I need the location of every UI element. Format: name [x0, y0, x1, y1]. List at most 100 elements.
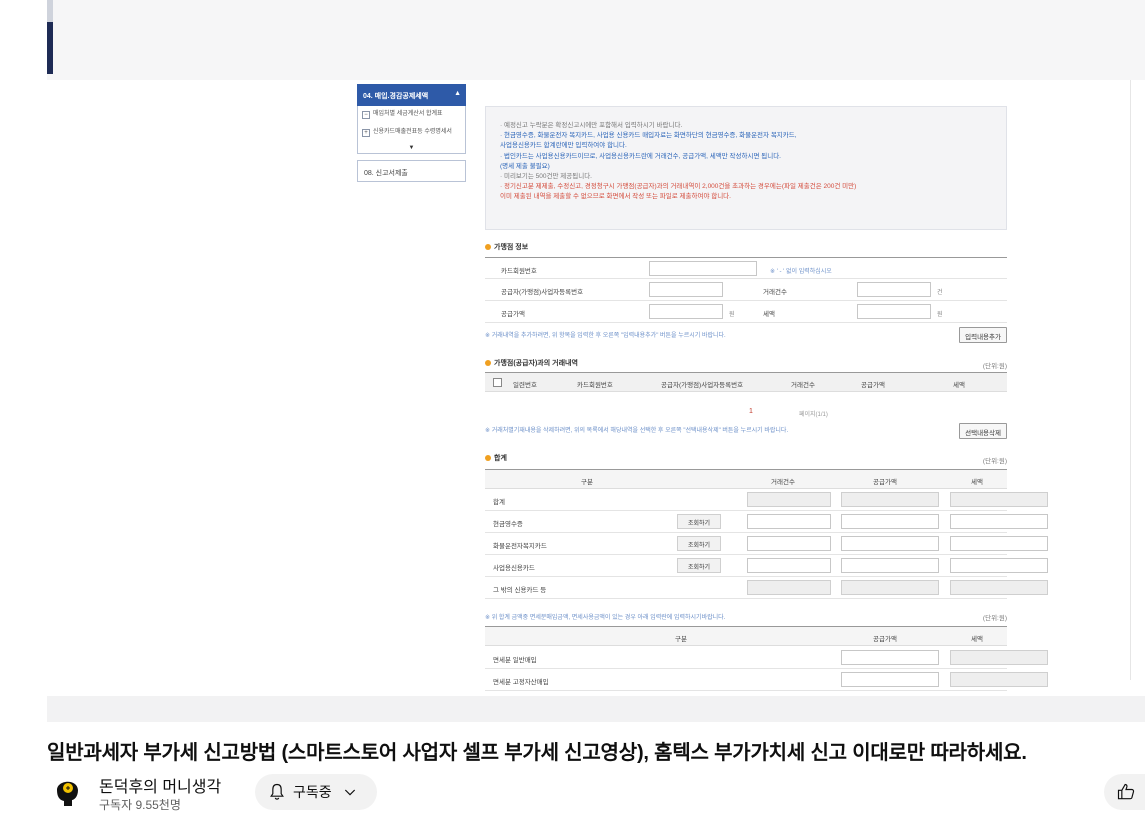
supply-input[interactable] [649, 304, 723, 319]
menu-item-submit[interactable]: 08. 신고서제출 [357, 160, 466, 183]
col-serial: 일련번호 [513, 382, 537, 389]
avatar[interactable] [47, 772, 87, 812]
tax-label: 세액 [763, 311, 775, 318]
trades-unit: (단위:원) [982, 363, 1007, 370]
plus-box-icon: + [362, 128, 370, 137]
bell-icon [270, 783, 284, 800]
menu-header[interactable]: 04. 매입.경감공제세액 ▲ [357, 84, 466, 106]
exempt-tax-input[interactable] [950, 672, 1048, 687]
summary-tax-input[interactable] [950, 536, 1048, 551]
card-no-label: 카드회원번호 [501, 268, 537, 275]
notice-line: · 정기신고분 제제출, 수정신고, 경정청구시 가맹점(공급자)과의 거래내역… [500, 183, 857, 191]
summary-table-header: 구분 거래건수 공급가액 세액 [485, 469, 1007, 489]
bullet-icon [485, 455, 491, 461]
card-no-input[interactable] [649, 261, 757, 276]
supply-label: 공급가액 [501, 311, 525, 318]
channel-row: 돈덕후의 머니생각 구독자 9.55천명 구독중 [47, 770, 1145, 814]
summary-supply-input[interactable] [841, 558, 939, 573]
tax-input[interactable] [857, 304, 931, 319]
biz-no-input[interactable] [649, 282, 723, 297]
summary-supply-input[interactable] [841, 492, 939, 507]
menu-header-label: 04. 매입.경감공제세액 [363, 93, 429, 100]
col-tax: 세액 [971, 636, 983, 643]
menu-item-purchase-invoice[interactable]: − 매입처별 세금계산서 합계표 [362, 110, 461, 120]
count-input[interactable] [857, 282, 931, 297]
col-supply: 공급가액 [873, 479, 897, 486]
page-info: 페이지(1/1) [799, 412, 828, 418]
notice-line: 사업용신용카드 합계란에만 입력하여야 합니다. [500, 142, 627, 150]
col-tax: 세액 [971, 479, 983, 486]
notice-line: (명세 제출 불필요) [500, 162, 550, 170]
page-number[interactable]: 1 [749, 408, 753, 415]
summary-section-title: 합계 [485, 453, 507, 463]
subscribed-button[interactable]: 구독중 [255, 774, 377, 810]
thumbs-up-icon [1117, 783, 1135, 800]
exempt-row: 면세분 고정자산매입 [485, 669, 1048, 691]
col-supply: 공급가액 [861, 382, 885, 389]
summary-row: 화물운전자복지카드 조회하기 [485, 533, 1048, 555]
supply-suffix: 원 [729, 312, 735, 318]
summary-count-input[interactable] [747, 536, 831, 551]
col-tax: 세액 [953, 382, 965, 389]
notice-line: · 미리보기는 500건만 제공됩니다. [500, 173, 592, 181]
notice-line: · 예정신고 누락분은 확정신고시에만 포함해서 입력하시기 바랍니다. [500, 122, 683, 129]
summary-tax-input[interactable] [950, 514, 1048, 529]
summary-row-label: 현금영수증 [493, 521, 523, 528]
summary-supply-input[interactable] [841, 536, 939, 551]
biz-no-label: 공급자(가맹점)사업자등록번호 [501, 289, 584, 296]
exempt-unit: (단위:원) [982, 615, 1007, 622]
merchant-section-title: 가맹점 정보 [485, 242, 528, 252]
minus-box-icon: − [362, 111, 370, 119]
col-category: 구분 [581, 479, 593, 486]
video-player[interactable]: 04. 매입.경감공제세액 ▲ − 매입처별 세금계산서 합계표 + 신용카드매… [47, 0, 1145, 722]
summary-tax-input[interactable] [950, 580, 1048, 595]
exempt-table-header: 구분 공급가액 세액 [485, 626, 1007, 646]
summary-count-input[interactable] [747, 514, 831, 529]
count-suffix: 건 [937, 290, 943, 296]
select-all-checkbox[interactable] [493, 378, 502, 387]
collapse-icon[interactable]: ▲ [454, 90, 461, 97]
tax-suffix: 원 [937, 312, 943, 318]
summary-unit: (단위:원) [982, 458, 1007, 465]
summary-row-label: 사업용신용카드 [493, 565, 535, 572]
lookup-button[interactable]: 조회하기 [677, 558, 721, 573]
window-edge-light [47, 0, 53, 22]
summary-count-input[interactable] [747, 492, 831, 507]
summary-tax-input[interactable] [950, 492, 1048, 507]
exempt-hint: ※ 위 합계 금액중 면세분매입금액, 면세사용금액이 있는 경우 아래 입력란… [485, 615, 726, 621]
avatar-icon [47, 772, 87, 812]
exempt-supply-input[interactable] [841, 650, 939, 665]
count-label: 거래건수 [763, 289, 787, 296]
lookup-button[interactable]: 조회하기 [677, 536, 721, 551]
col-count: 거래건수 [791, 382, 815, 389]
col-biz-no: 공급자(가맹점)사업자등록번호 [661, 382, 744, 389]
delete-selected-button[interactable]: 선택내용삭제 [959, 423, 1007, 439]
summary-supply-input[interactable] [841, 514, 939, 529]
summary-row: 그 밖의 신용카드 등 [485, 577, 1048, 599]
menu-item-card-receipt[interactable]: + 신용카드매출전표등 수령명세서 [362, 128, 461, 138]
summary-count-input[interactable] [747, 558, 831, 573]
video-title: 일반과세자 부가세 신고방법 (스마트스토어 사업자 셀프 부가세 신고영상),… [47, 742, 1027, 764]
side-menu: 04. 매입.경감공제세액 ▲ − 매입처별 세금계산서 합계표 + 신용카드매… [357, 84, 466, 183]
lookup-button[interactable]: 조회하기 [677, 514, 721, 529]
exempt-row-label: 면세분 일반매입 [493, 657, 537, 664]
channel-name[interactable]: 돈덕후의 머니생각 [99, 773, 221, 797]
col-count: 거래건수 [771, 479, 795, 486]
add-entry-button[interactable]: 입력내용추가 [959, 327, 1007, 343]
summary-row-label: 화물운전자복지카드 [493, 543, 547, 550]
like-button[interactable] [1104, 774, 1145, 810]
summary-tax-input[interactable] [950, 558, 1048, 573]
exempt-supply-input[interactable] [841, 672, 939, 687]
menu-body: − 매입처별 세금계산서 합계표 + 신용카드매출전표등 수령명세서 ▼ [357, 106, 466, 155]
subscriber-count: 구독자 9.55천명 [99, 798, 181, 812]
card-no-hint: ※ ' - ' 없이 입력하십시오 [770, 269, 832, 275]
chevron-down-icon [344, 789, 355, 796]
supply-row: 공급가액 원 세액 원 [485, 301, 1007, 323]
edge-divider [1130, 80, 1131, 680]
down-arrow-icon: ▼ [408, 145, 415, 152]
summary-supply-input[interactable] [841, 580, 939, 595]
bullet-icon [485, 244, 491, 250]
exempt-tax-input[interactable] [950, 650, 1048, 665]
summary-row-label: 합계 [493, 499, 505, 506]
summary-count-input[interactable] [747, 580, 831, 595]
